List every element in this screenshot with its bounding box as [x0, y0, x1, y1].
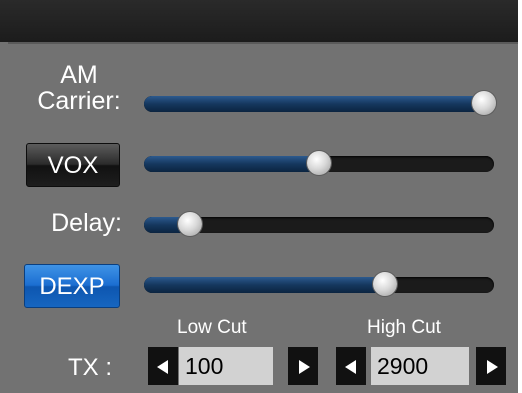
am-carrier-slider-fill [144, 96, 484, 112]
high-cut-value-field[interactable]: 2900 [371, 347, 469, 385]
am-carrier-slider-track[interactable] [144, 96, 494, 112]
high-cut-stepper[interactable]: 2900 [336, 347, 506, 385]
transmit-settings-panel: AM Carrier: VOX Delay: DEXP Low Cut High… [0, 0, 518, 393]
delay-slider[interactable] [144, 212, 494, 236]
low-cut-label: Low Cut [177, 317, 247, 338]
dexp-slider[interactable] [144, 272, 494, 296]
right-triangle-icon [299, 360, 310, 374]
left-triangle-icon [157, 360, 168, 374]
window-edge [518, 0, 522, 393]
tx-label: TX : [68, 354, 113, 381]
am-carrier-slider-thumb[interactable] [472, 91, 496, 115]
vox-slider-fill [144, 156, 319, 172]
low-cut-value-field[interactable]: 100 [179, 347, 273, 385]
vox-slider[interactable] [144, 151, 494, 175]
delay-slider-thumb[interactable] [178, 212, 202, 236]
dexp-button[interactable]: DEXP [24, 264, 120, 308]
low-cut-decrement-button[interactable] [148, 347, 178, 385]
dexp-slider-thumb[interactable] [373, 272, 397, 296]
am-carrier-label-line1: AM [60, 61, 98, 89]
vox-button[interactable]: VOX [26, 143, 120, 187]
dexp-slider-fill [144, 277, 385, 293]
title-bar-divider [8, 42, 518, 44]
high-cut-label: High Cut [367, 317, 441, 338]
dexp-slider-track[interactable] [144, 277, 494, 293]
low-cut-increment-button[interactable] [288, 347, 318, 385]
high-cut-decrement-button[interactable] [336, 347, 366, 385]
am-carrier-label-line2: Carrier: [37, 87, 121, 115]
delay-label: Delay: [51, 209, 122, 237]
vox-slider-thumb[interactable] [307, 151, 331, 175]
low-cut-stepper[interactable]: 100 [148, 347, 318, 385]
left-triangle-icon [345, 360, 356, 374]
panel-title-bar [0, 0, 518, 42]
high-cut-increment-button[interactable] [476, 347, 506, 385]
am-carrier-slider[interactable] [144, 91, 496, 115]
right-triangle-icon [487, 360, 498, 374]
am-carrier-label: AM Carrier: [34, 62, 124, 114]
